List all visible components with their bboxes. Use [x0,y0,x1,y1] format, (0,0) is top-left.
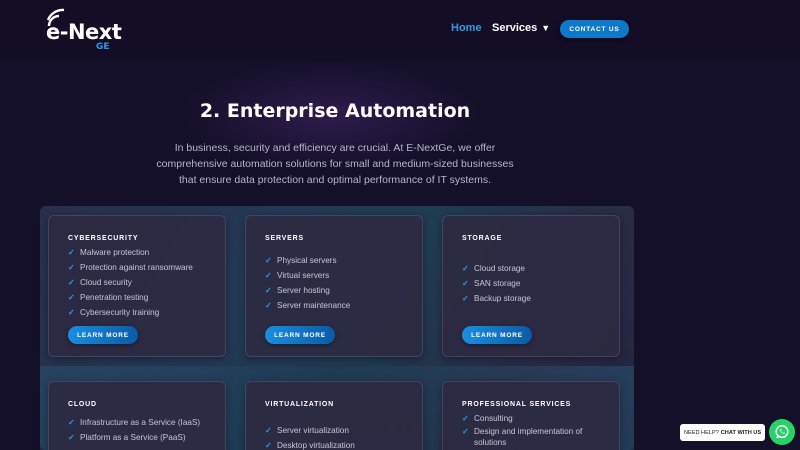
list-item: ✓ Platform as a Service (PaaS) [68,431,200,446]
learn-more-button[interactable]: LEARN MORE [68,326,138,344]
check-icon: ✓ [68,263,75,272]
learn-more-button[interactable]: LEARN MORE [462,326,532,344]
logo-text: e-Next [46,20,122,44]
learn-more-button[interactable]: LEARN MORE [265,326,335,344]
card-title: VIRTUALIZATION [265,401,335,408]
card-virtualization: VIRTUALIZATION ✓ Server virtualization ✓ D… [245,381,423,450]
check-icon: ✓ [68,308,75,317]
list-item: ✓ SAN storage [462,277,531,292]
list-item: ✓ Virtual servers [265,269,350,284]
list-item: ✓ Design and implementation of solutions [462,427,583,447]
card-title: SERVERS [265,235,304,242]
list-item: ✓ Server maintenance [265,299,350,314]
logo[interactable]: e-Next GE [46,8,122,54]
list-item: ✓ Physical servers [265,254,350,269]
card-list: ✓ Infrastructure as a Service (IaaS) ✓ Pla… [68,416,200,446]
check-icon: ✓ [68,418,75,427]
check-icon: ✓ [68,433,75,442]
list-item: ✓ Server virtualization [265,424,355,439]
check-icon: ✓ [462,414,469,423]
card-list: ✓ Server virtualization ✓ Desktop virtuali… [265,424,355,450]
card-title: STORAGE [462,235,503,242]
list-item: ✓ Penetration testing [68,291,193,306]
check-icon: ✓ [265,301,272,310]
nav-services-label: Services [492,22,538,34]
whatsapp-button[interactable] [769,419,795,445]
card-title: CLOUD [68,401,97,408]
check-icon: ✓ [462,264,469,273]
chat-help-bubble[interactable]: NEED HELP? CHAT WITH US [680,424,765,441]
logo-subtext: GE [96,42,110,52]
card-list: ✓ Physical servers ✓ Virtual servers ✓ Serv… [265,254,350,314]
check-icon: ✓ [462,294,469,303]
site-header: e-Next GE Home Services ▼ CONTACT US [0,0,800,60]
check-icon: ✓ [265,441,272,450]
check-icon: ✓ [68,278,75,287]
whatsapp-icon [775,425,789,439]
chevron-down-icon: ▼ [541,23,551,33]
check-icon: ✓ [265,256,272,265]
check-icon: ✓ [265,271,272,280]
card-list: ✓ Cloud storage ✓ SAN storage ✓ Backup stor… [462,262,531,307]
card-cybersecurity: CYBERSECURITY ✓ Malware protection ✓ Prote… [48,215,226,357]
list-item: ✓ Protection against ransomware [68,261,193,276]
list-item: ✓ Infrastructure as a Service (IaaS) [68,416,200,431]
section-description: In business, security and efficiency are… [156,142,514,186]
nav-services[interactable]: Services ▼ [492,22,550,34]
list-item: ✓ Consulting [462,412,602,427]
contact-us-button[interactable]: CONTACT US [560,20,629,38]
card-storage: STORAGE ✓ Cloud storage ✓ SAN storage ✓ Bac… [442,215,620,357]
list-item: ✓ Cloud security [68,276,193,291]
card-title: PROFESSIONAL SERVICES [462,401,572,408]
nav-home[interactable]: Home [451,22,482,34]
card-professional-services: PROFESSIONAL SERVICES ✓ Consulting ✓ Desig… [442,381,620,450]
card-list: ✓ Consulting ✓ Design and implementation o… [462,412,602,449]
check-icon: ✓ [68,293,75,302]
list-item: ✓ Malware protection [68,246,193,261]
card-cloud: CLOUD ✓ Infrastructure as a Service (IaaS… [48,381,226,450]
list-item: ✓ Backup storage [462,292,531,307]
check-icon: ✓ [68,248,75,257]
check-icon: ✓ [265,426,272,435]
list-item: ✓ Desktop virtualization [265,439,355,450]
check-icon: ✓ [462,427,469,436]
list-item: ✓ Cybersecurity training [68,306,193,321]
card-list: ✓ Malware protection ✓ Protection against … [68,246,193,321]
chat-help-cta: CHAT WITH US [720,429,762,436]
section-title: 2. Enterprise Automation [199,100,471,122]
check-icon: ✓ [265,286,272,295]
card-servers: SERVERS ✓ Physical servers ✓ Virtual serve… [245,215,423,357]
check-icon: ✓ [462,279,469,288]
card-title: CYBERSECURITY [68,235,139,242]
list-item: ✓ Server hosting [265,284,350,299]
list-item: ✓ Cloud storage [462,262,531,277]
chat-help-prefix: NEED HELP? [683,429,719,436]
